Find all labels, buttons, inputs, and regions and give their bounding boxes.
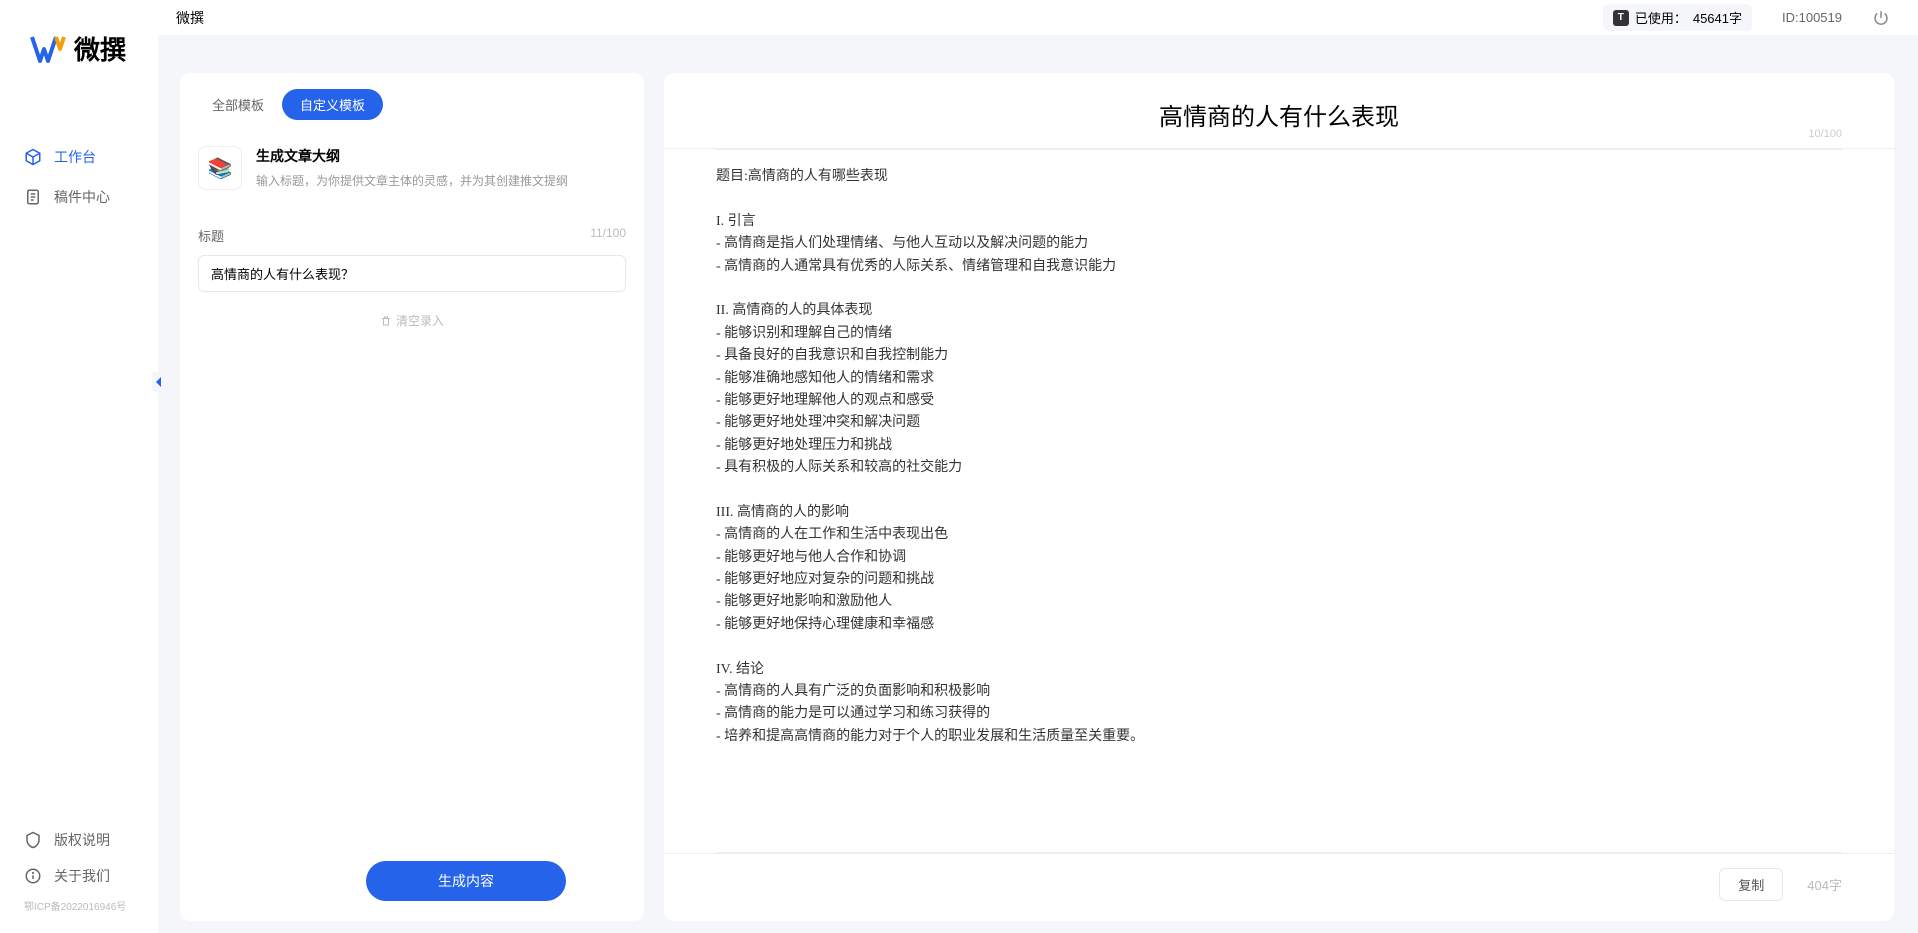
- nav-about[interactable]: 关于我们: [24, 858, 182, 894]
- word-count: 404字: [1807, 875, 1842, 894]
- usage-prefix: 已使用：: [1635, 8, 1687, 27]
- output-body[interactable]: 题目:高情商的人有哪些表现 I. 引言 - 高情商是指人们处理情绪、与他人互动以…: [664, 150, 1894, 852]
- nav-copyright-label: 版权说明: [54, 830, 110, 850]
- template-desc: 输入标题，为你提供文章主体的灵感，并为其创建推文提纲: [256, 172, 626, 189]
- usage-badge: T 已使用： 45641字: [1603, 4, 1752, 31]
- document-icon: [24, 188, 42, 206]
- right-panel: 高情商的人有什么表现 10/100 题目:高情商的人有哪些表现 I. 引言 - …: [664, 73, 1894, 921]
- brand-logo: 微撰: [0, 0, 158, 87]
- cube-icon: [24, 148, 42, 166]
- usage-value: 45641字: [1693, 8, 1742, 27]
- topbar-title: 微撰: [176, 8, 204, 28]
- nav: 工作台 稿件中心: [0, 137, 158, 217]
- output-header: 高情商的人有什么表现 10/100: [664, 73, 1894, 149]
- form-section: 标题 11/100 清空录入: [198, 226, 626, 329]
- sidebar: 微撰 工作台 稿件中心: [0, 0, 158, 933]
- main: 微撰 T 已使用： 45641字 ID:100519 全部模板 自定义模板: [158, 0, 1918, 933]
- tab-custom-templates[interactable]: 自定义模板: [282, 89, 383, 120]
- topbar-right: T 已使用： 45641字 ID:100519: [1603, 4, 1890, 31]
- generate-button[interactable]: 生成内容: [366, 861, 566, 901]
- tabs: 全部模板 自定义模板: [180, 73, 644, 120]
- books-icon: 📚: [198, 146, 242, 190]
- output-title: 高情商的人有什么表现: [716, 97, 1842, 142]
- nav-workbench[interactable]: 工作台: [24, 137, 158, 177]
- nav-drafts[interactable]: 稿件中心: [24, 177, 158, 217]
- logo-icon: [30, 31, 66, 67]
- sidebar-collapse-button[interactable]: [152, 372, 166, 392]
- power-icon[interactable]: [1872, 9, 1890, 27]
- copy-button[interactable]: 复制: [1719, 868, 1783, 901]
- text-T-icon: T: [1613, 10, 1629, 26]
- brand-name: 微撰: [74, 30, 126, 67]
- clear-input-label: 清空录入: [396, 312, 444, 329]
- icp-text: 鄂ICP备2022016946号: [24, 898, 182, 913]
- nav-about-label: 关于我们: [54, 866, 110, 886]
- user-id: ID:100519: [1782, 10, 1842, 25]
- template-card: 📚 生成文章大纲 输入标题，为你提供文章主体的灵感，并为其创建推文提纲: [198, 146, 626, 190]
- trash-icon: [380, 315, 392, 327]
- output-title-counter: 10/100: [1808, 128, 1842, 140]
- tab-all-templates[interactable]: 全部模板: [194, 89, 282, 120]
- output-footer: 复制 404字: [664, 853, 1894, 921]
- shield-icon: [24, 831, 42, 849]
- content: 全部模板 自定义模板 📚 生成文章大纲 输入标题，为你提供文章主体的灵感，并为其…: [158, 35, 1918, 933]
- topbar: 微撰 T 已使用： 45641字 ID:100519: [158, 0, 1918, 35]
- left-panel: 全部模板 自定义模板 📚 生成文章大纲 输入标题，为你提供文章主体的灵感，并为其…: [180, 73, 644, 921]
- info-icon: [24, 867, 42, 885]
- nav-workbench-label: 工作台: [54, 147, 96, 167]
- clear-input-button[interactable]: 清空录入: [198, 312, 626, 329]
- title-input[interactable]: [198, 255, 626, 292]
- form-label-row: 标题 11/100: [198, 226, 626, 245]
- template-info: 生成文章大纲 输入标题，为你提供文章主体的灵感，并为其创建推文提纲: [256, 146, 626, 189]
- sidebar-footer: 版权说明 关于我们 鄂ICP备2022016946号: [24, 822, 182, 913]
- template-title: 生成文章大纲: [256, 146, 626, 166]
- nav-copyright[interactable]: 版权说明: [24, 822, 182, 858]
- form-label-text: 标题: [198, 226, 224, 245]
- form-counter: 11/100: [590, 226, 626, 245]
- nav-drafts-label: 稿件中心: [54, 187, 110, 207]
